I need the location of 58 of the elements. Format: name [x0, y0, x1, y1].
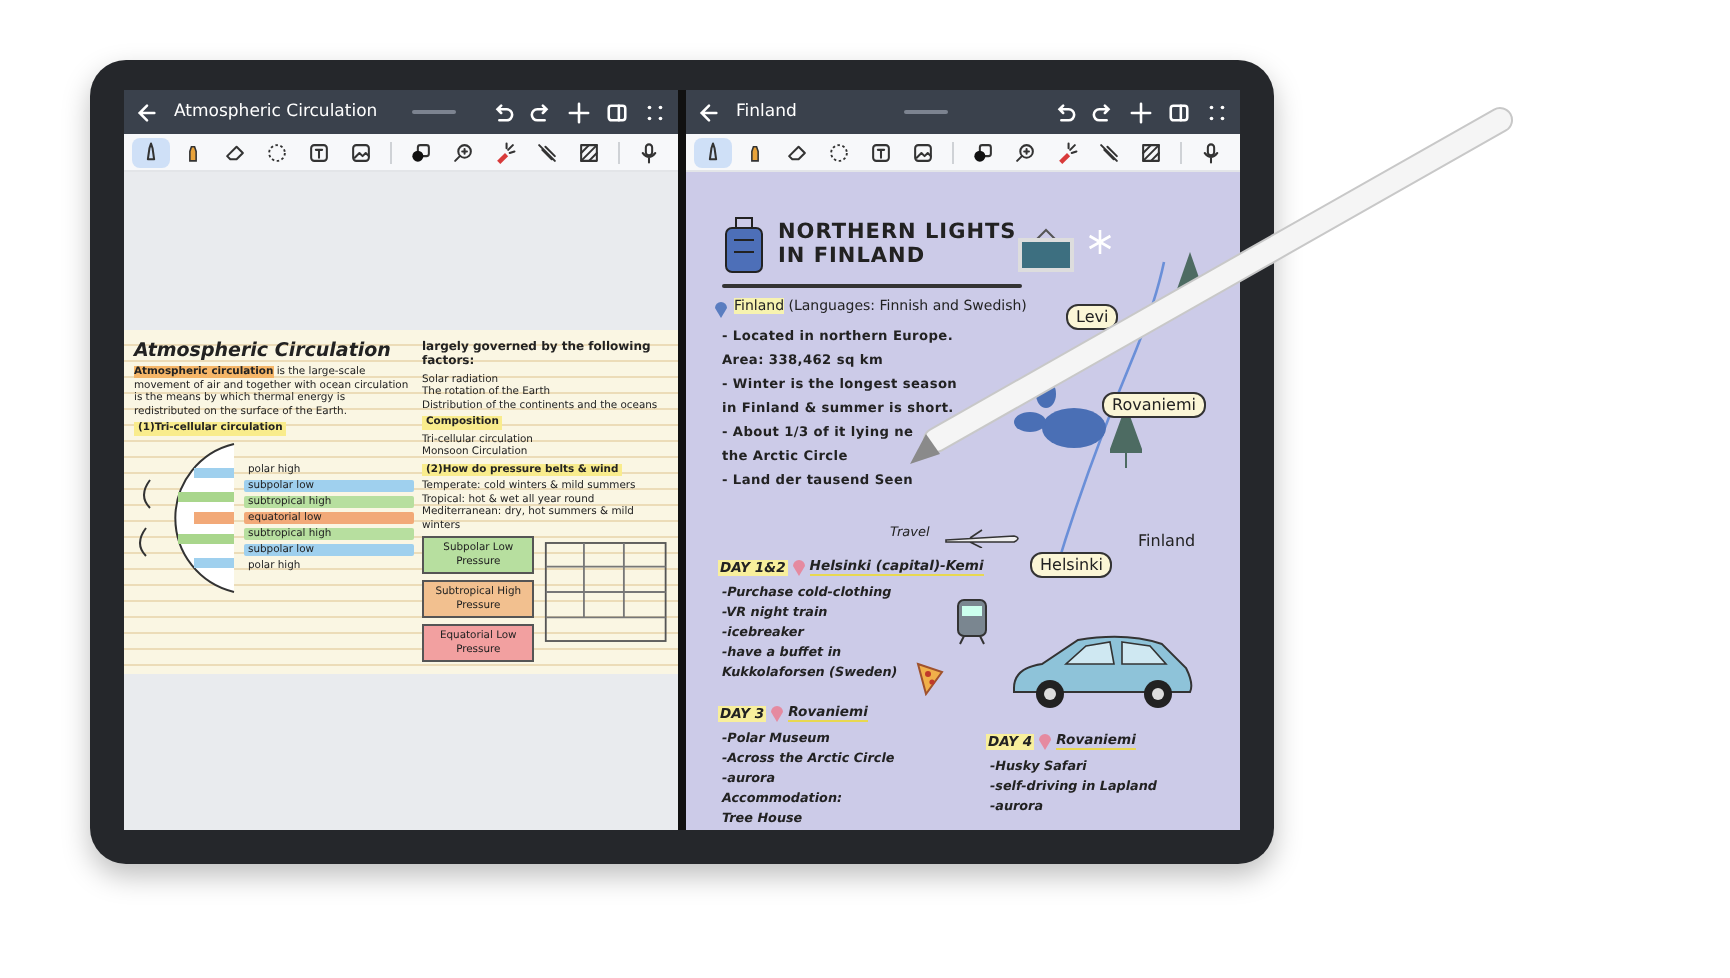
laser-pointer-icon[interactable] [1056, 141, 1078, 163]
shapes-icon[interactable] [410, 141, 432, 163]
microphone-icon[interactable] [638, 141, 660, 163]
panel-icon[interactable] [1168, 101, 1190, 123]
more-icon[interactable] [644, 101, 666, 123]
map-label: Finland [1138, 532, 1196, 550]
lasso-icon[interactable] [828, 141, 850, 163]
add-icon[interactable] [1130, 101, 1152, 123]
location-pin-icon [714, 300, 728, 318]
pizza-slice-icon [914, 660, 946, 696]
note-title: Finland [736, 102, 797, 122]
microphone-icon[interactable] [1200, 141, 1222, 163]
redo-icon[interactable] [530, 101, 552, 123]
text-icon[interactable] [870, 141, 892, 163]
laser-pointer-icon[interactable] [494, 141, 516, 163]
crossed-out-icon[interactable] [536, 141, 558, 163]
speech-bubble: Levi [1066, 304, 1119, 330]
note-title: Atmospheric Circulation [174, 102, 378, 122]
stylus-tip [910, 434, 940, 464]
eraser-icon[interactable] [786, 141, 808, 163]
image-icon[interactable] [350, 141, 372, 163]
snowflake-icon [1086, 228, 1114, 256]
lasso-icon[interactable] [266, 141, 288, 163]
tool-button[interactable] [132, 137, 170, 167]
train-icon [954, 596, 990, 648]
location-pin-icon [770, 704, 785, 722]
note-title-text: NORTHERN LIGHTS [778, 220, 1017, 245]
airplane-icon [942, 528, 1022, 548]
undo-icon[interactable] [1054, 101, 1076, 123]
suitcase-icon [722, 216, 766, 276]
shapes-icon[interactable] [972, 141, 994, 163]
speech-bubble: Helsinki [1030, 552, 1113, 578]
panel-icon[interactable] [606, 101, 628, 123]
hatched-square-icon[interactable] [1140, 141, 1162, 163]
zoom-icon[interactable] [452, 141, 474, 163]
drag-handle[interactable] [903, 110, 948, 114]
location-pin-icon [791, 558, 806, 576]
drag-handle[interactable] [412, 110, 457, 114]
text-icon[interactable] [308, 141, 330, 163]
add-icon[interactable] [568, 101, 590, 123]
climate-zone-drawing [544, 536, 668, 648]
image-icon[interactable] [912, 141, 934, 163]
note-title-text: IN FINLAND [778, 244, 928, 269]
crossed-out-icon[interactable] [1098, 141, 1120, 163]
undo-icon[interactable] [492, 101, 514, 123]
framed-picture-icon [1018, 228, 1074, 272]
speech-bubble: Rovaniemi [1102, 392, 1206, 418]
more-icon[interactable] [1206, 101, 1228, 123]
back-icon[interactable] [136, 101, 158, 123]
eraser-icon[interactable] [224, 141, 246, 163]
tree-icon [1176, 252, 1204, 292]
note-heading: Atmospheric Circulation [134, 339, 393, 363]
back-icon[interactable] [698, 101, 720, 123]
redo-icon[interactable] [1092, 101, 1114, 123]
hatched-square-icon[interactable] [578, 141, 600, 163]
zoom-icon[interactable] [1014, 141, 1036, 163]
location-pin-icon [1038, 732, 1053, 750]
tool-button[interactable] [694, 137, 732, 167]
